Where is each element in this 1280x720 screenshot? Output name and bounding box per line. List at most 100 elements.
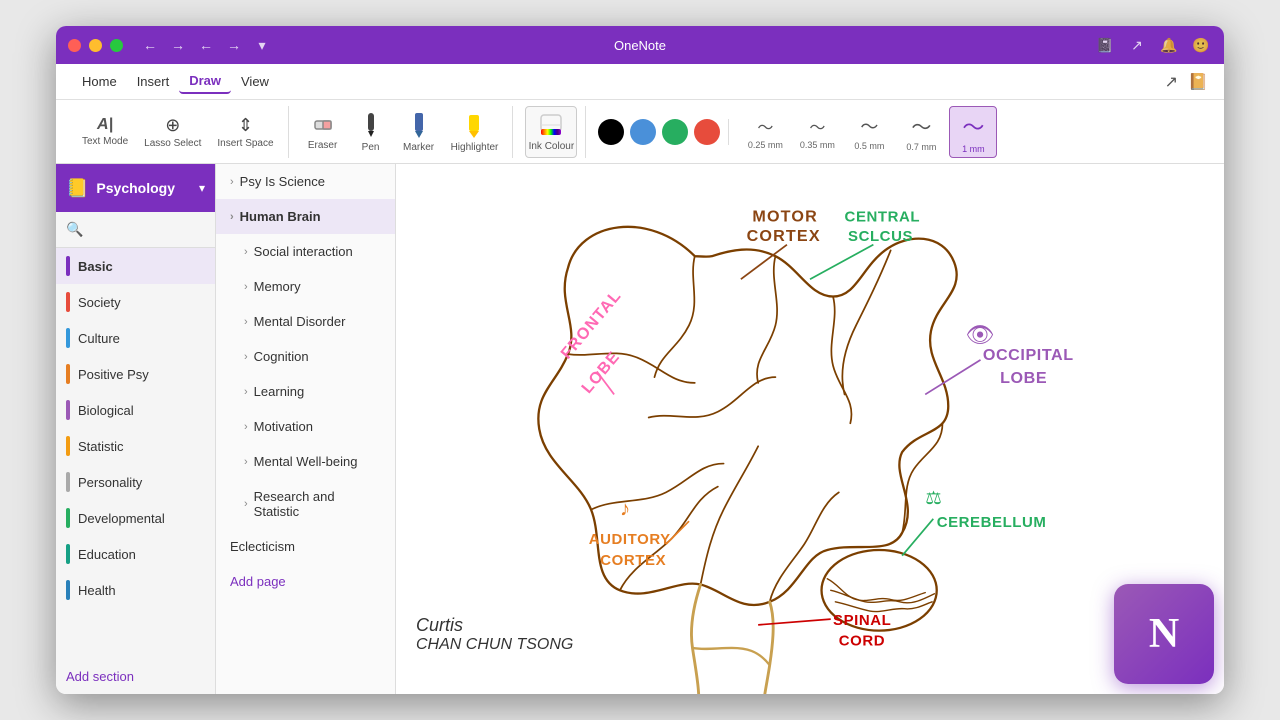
onenote-badge: N [1114, 584, 1214, 684]
page-item-research-statistic[interactable]: › Research and Statistic [216, 479, 395, 529]
sidebar-item-statistic[interactable]: Statistic [56, 428, 215, 464]
pages-panel: › Psy Is Science › Human Brain › Social … [216, 164, 396, 694]
main-content: 📒 Psychology ▾ 🔍 Basic Society [56, 164, 1224, 694]
page-chevron-social: › [244, 246, 248, 258]
sidebar-item-society[interactable]: Society [56, 284, 215, 320]
svg-text:CORTEX: CORTEX [747, 227, 821, 245]
page-chevron-memory: › [244, 281, 248, 293]
sidebar-item-health[interactable]: Health [56, 572, 215, 608]
text-mode-button[interactable]: A| Text Mode [76, 106, 134, 158]
color-green[interactable] [662, 119, 688, 145]
menubar: Home Insert Draw View ↗ 📔 [56, 64, 1224, 100]
author-first-name: Curtis [416, 615, 573, 636]
page-item-motivation[interactable]: › Motivation [216, 409, 395, 444]
page-item-psy-science[interactable]: › Psy Is Science [216, 164, 395, 199]
menubar-info-icon[interactable]: 📔 [1188, 72, 1208, 92]
menu-draw[interactable]: Draw [179, 69, 231, 94]
sidebar-item-developmental[interactable]: Developmental [56, 500, 215, 536]
account-icon[interactable]: 🙂 [1190, 34, 1212, 56]
menu-home[interactable]: Home [72, 70, 127, 93]
sidebar-search[interactable]: 🔍 [56, 212, 215, 248]
sidebar-item-label-culture: Culture [78, 331, 120, 346]
back2-button[interactable]: ← [195, 34, 217, 56]
share-icon[interactable]: ↗ [1126, 34, 1148, 56]
page-item-learning[interactable]: › Learning [216, 374, 395, 409]
size-07-label: 0.7 mm [906, 142, 936, 152]
color-red[interactable] [694, 119, 720, 145]
page-item-mental-disorder[interactable]: › Mental Disorder [216, 304, 395, 339]
page-item-human-brain[interactable]: › Human Brain [216, 199, 395, 234]
author-section: Curtis CHAN CHUN TSONG [416, 615, 573, 654]
marker-button[interactable]: Marker [397, 106, 441, 158]
back-button[interactable]: ← [139, 34, 161, 56]
size-035-wave: 〜 [809, 114, 825, 138]
sidebar-item-label-positive-psy: Positive Psy [78, 367, 149, 382]
sidebar-item-positive-psy[interactable]: Positive Psy [56, 356, 215, 392]
maximize-button[interactable] [110, 39, 123, 52]
close-button[interactable] [68, 39, 81, 52]
insert-space-button[interactable]: ⇕ Insert Space [211, 106, 279, 158]
menubar-share-icon[interactable]: ↗ [1165, 72, 1178, 92]
minimize-button[interactable] [89, 39, 102, 52]
eraser-button[interactable]: Eraser [301, 106, 345, 158]
app-window: ← → ← → ▾ OneNote 📓 ↗ 🔔 🙂 Home Insert Dr… [56, 26, 1224, 694]
size-025-button[interactable]: 〜 0.25 mm [741, 106, 789, 158]
size-1-button[interactable]: 〜 1 mm [949, 106, 997, 158]
add-section-button[interactable]: Add section [56, 659, 215, 694]
window-title: OneNote [614, 38, 666, 53]
sidebar-items: Basic Society Culture Positive Psy Biolo… [56, 248, 215, 659]
menu-view[interactable]: View [231, 70, 279, 93]
dropdown-button[interactable]: ▾ [251, 34, 273, 56]
size-1-wave: 〜 [962, 110, 984, 142]
sidebar-item-basic[interactable]: Basic [56, 248, 215, 284]
text-mode-label: Text Mode [82, 136, 128, 147]
canvas[interactable]: MOTOR CORTEX CENTRAL SCLCUS FRONTAL LOBE… [396, 164, 1224, 694]
page-item-eclecticism[interactable]: Eclecticism [216, 529, 395, 564]
page-item-mental-wellbeing[interactable]: › Mental Well-being [216, 444, 395, 479]
pen-button[interactable]: Pen [349, 106, 393, 158]
highlighter-button[interactable]: Highlighter [445, 106, 505, 158]
size-07-button[interactable]: 〜 0.7 mm [897, 106, 945, 158]
section-bar-positive-psy [66, 364, 70, 384]
sidebar: 📒 Psychology ▾ 🔍 Basic Society [56, 164, 216, 694]
section-bar-biological [66, 400, 70, 420]
sidebar-item-personality[interactable]: Personality [56, 464, 215, 500]
page-label-cognition: Cognition [254, 349, 309, 364]
size-07-wave: 〜 [911, 111, 931, 140]
toolbar-draw-group: Eraser Pen Marker [293, 106, 514, 158]
size-05-wave: 〜 [860, 113, 878, 139]
size-1-label: 1 mm [962, 144, 985, 154]
ink-colour-button[interactable]: Ink Colour [525, 106, 577, 158]
size-05-label: 0.5 mm [854, 141, 884, 151]
svg-text:AUDITORY: AUDITORY [589, 531, 671, 548]
section-bar-culture [66, 328, 70, 348]
sidebar-item-culture[interactable]: Culture [56, 320, 215, 356]
page-item-memory[interactable]: › Memory [216, 269, 395, 304]
page-expand-icon: › [230, 211, 234, 223]
ink-colour-label: Ink Colour [529, 141, 575, 152]
page-label-motivation: Motivation [254, 419, 313, 434]
forward-button[interactable]: → [167, 34, 189, 56]
svg-text:LOBE: LOBE [1000, 369, 1047, 387]
page-label-eclecticism: Eclecticism [230, 539, 295, 554]
sidebar-item-biological[interactable]: Biological [56, 392, 215, 428]
color-blue[interactable] [630, 119, 656, 145]
page-item-cognition[interactable]: › Cognition [216, 339, 395, 374]
highlighter-icon [463, 111, 485, 142]
svg-text:👁: 👁 [966, 322, 995, 348]
page-item-social-interaction[interactable]: › Social interaction [216, 234, 395, 269]
color-black[interactable] [598, 119, 624, 145]
notebook-chevron-icon[interactable]: ▾ [199, 181, 205, 195]
sidebar-header: 📒 Psychology ▾ [56, 164, 215, 212]
section-bar-health [66, 580, 70, 600]
size-05-button[interactable]: 〜 0.5 mm [845, 106, 893, 158]
sidebar-item-education[interactable]: Education [56, 536, 215, 572]
bell-icon[interactable]: 🔔 [1158, 34, 1180, 56]
highlighter-label: Highlighter [451, 142, 499, 153]
size-035-button[interactable]: 〜 0.35 mm [793, 106, 841, 158]
menu-insert[interactable]: Insert [127, 70, 180, 93]
forward2-button[interactable]: → [223, 34, 245, 56]
sidebar-item-label-health: Health [78, 583, 116, 598]
add-page-button[interactable]: Add page [216, 564, 395, 599]
lasso-select-button[interactable]: ⊕ Lasso Select [138, 106, 207, 158]
